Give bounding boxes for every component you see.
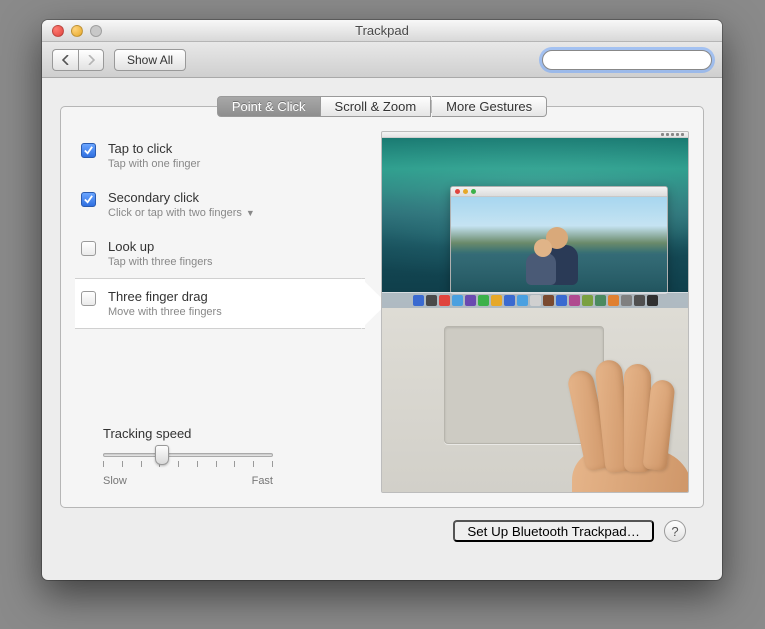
slider-end-labels: Slow Fast xyxy=(103,475,273,487)
minimize-icon[interactable] xyxy=(71,25,83,37)
dock-item-icon xyxy=(504,295,515,306)
tracking-speed-label: Tracking speed xyxy=(103,426,365,441)
zoom-icon[interactable] xyxy=(90,25,102,37)
preview-dock xyxy=(382,292,688,308)
dock-item-icon xyxy=(543,295,554,306)
chevron-down-icon[interactable]: ▼ xyxy=(246,208,255,218)
checkbox[interactable] xyxy=(81,143,96,158)
dock-item-icon xyxy=(582,295,593,306)
footer: Set Up Bluetooth Trackpad… ? xyxy=(60,508,704,542)
option-subtitle: Tap with one finger xyxy=(108,158,200,170)
options-list: Tap to click Tap with one finger Secondary… xyxy=(75,131,365,329)
tab-bar: Point & ClickScroll & ZoomMore Gestures xyxy=(60,96,704,117)
tab-more-gestures[interactable]: More Gestures xyxy=(432,96,547,117)
dock-item-icon xyxy=(491,295,502,306)
option-title: Three finger drag xyxy=(108,289,222,304)
window-title: Trackpad xyxy=(42,23,722,38)
slider-ticks xyxy=(103,461,273,467)
tab-scroll-zoom[interactable]: Scroll & Zoom xyxy=(321,96,432,117)
slider-track xyxy=(103,453,273,457)
back-button[interactable] xyxy=(52,49,78,71)
option-title: Tap to click xyxy=(108,141,200,156)
gesture-preview xyxy=(381,131,689,493)
dock-item-icon xyxy=(413,295,424,306)
dock-item-icon xyxy=(621,295,632,306)
option-row-look-up[interactable]: Look up Tap with three fingers xyxy=(75,229,365,278)
dock-item-icon xyxy=(452,295,463,306)
dock-item-icon xyxy=(608,295,619,306)
panel: Tap to click Tap with one finger Secondary… xyxy=(60,106,704,508)
option-subtitle[interactable]: Click or tap with two fingers▼ xyxy=(108,207,255,219)
checkbox[interactable] xyxy=(81,241,96,256)
dock-item-icon xyxy=(634,295,645,306)
option-row-tap-to-click[interactable]: Tap to click Tap with one finger xyxy=(75,131,365,180)
tracking-speed-slider[interactable] xyxy=(103,447,273,465)
window-controls xyxy=(42,25,102,37)
dock-item-icon xyxy=(478,295,489,306)
dock-item-icon xyxy=(517,295,528,306)
dock-item-icon xyxy=(426,295,437,306)
tracking-speed-group: Tracking speed Slow Fast xyxy=(75,426,365,493)
content: Point & ClickScroll & ZoomMore Gestures … xyxy=(42,78,722,554)
show-all-button[interactable]: Show All xyxy=(114,49,186,71)
close-icon[interactable] xyxy=(52,25,64,37)
checkbox[interactable] xyxy=(81,291,96,306)
setup-bluetooth-button[interactable]: Set Up Bluetooth Trackpad… xyxy=(453,520,654,542)
slider-fast-label: Fast xyxy=(252,475,273,487)
dock-item-icon xyxy=(647,295,658,306)
preview-app-window xyxy=(450,186,668,294)
tab-point-click[interactable]: Point & Click xyxy=(217,96,321,117)
slider-knob[interactable] xyxy=(155,445,169,465)
titlebar: Trackpad xyxy=(42,20,722,42)
preferences-window: Trackpad Show All Point & ClickScroll & … xyxy=(42,20,722,580)
option-subtitle: Tap with three fingers xyxy=(108,256,213,268)
toolbar: Show All xyxy=(42,42,722,78)
search-input[interactable] xyxy=(549,53,708,67)
dock-item-icon xyxy=(595,295,606,306)
dock-item-icon xyxy=(465,295,476,306)
preview-photo xyxy=(451,197,667,293)
dock-item-icon xyxy=(530,295,541,306)
slider-slow-label: Slow xyxy=(103,475,127,487)
option-title: Look up xyxy=(108,239,213,254)
nav-back-forward xyxy=(52,49,104,71)
preview-trackpad xyxy=(382,308,688,492)
dock-item-icon xyxy=(439,295,450,306)
forward-button[interactable] xyxy=(78,49,104,71)
option-row-secondary-click[interactable]: Secondary click Click or tap with two fin… xyxy=(75,180,365,229)
options-column: Tap to click Tap with one finger Secondary… xyxy=(75,131,365,493)
dock-item-icon xyxy=(569,295,580,306)
option-subtitle: Move with three fingers xyxy=(108,306,222,318)
help-button[interactable]: ? xyxy=(664,520,686,542)
preview-hand xyxy=(542,350,689,493)
preview-desktop xyxy=(382,138,688,308)
option-row-three-finger-drag[interactable]: Three finger drag Move with three fingers xyxy=(75,278,365,329)
dock-item-icon xyxy=(556,295,567,306)
search-field[interactable] xyxy=(542,50,712,70)
checkbox[interactable] xyxy=(81,192,96,207)
option-title: Secondary click xyxy=(108,190,255,205)
